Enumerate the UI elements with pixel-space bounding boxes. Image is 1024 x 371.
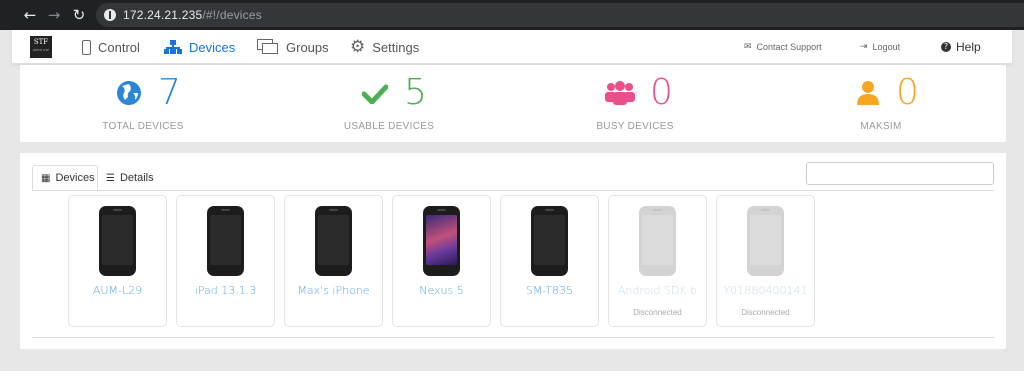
stat-usable-devices: 5 USABLE DEVICES — [266, 65, 512, 142]
tab-devices[interactable]: ▦ Devices — [32, 165, 98, 191]
device-phone-icon — [207, 206, 244, 276]
nav-item-label: Groups — [286, 39, 329, 55]
device-name[interactable]: iPad 13.1.3 — [177, 284, 274, 297]
list-icon: ☰ — [106, 172, 115, 184]
stf-logo[interactable]: STF OPEN STF — [30, 36, 52, 58]
url-text: 172.24.21.235/#!/devices — [123, 8, 262, 22]
reload-icon[interactable]: ↻ — [71, 7, 87, 23]
busy-devices-label: BUSY DEVICES — [596, 121, 674, 132]
check-icon — [362, 84, 388, 104]
device-phone-icon — [315, 206, 352, 276]
sign-out-icon: ⇥ — [860, 42, 868, 52]
contact-support-label: Contact Support — [756, 42, 822, 52]
logout-label: Logout — [872, 42, 901, 52]
user-devices-count: 0 — [896, 72, 919, 113]
device-card[interactable]: Max's iPhone — [284, 195, 383, 327]
usable-devices-count: 5 — [404, 72, 427, 113]
tab-devices-label: Devices — [55, 172, 95, 184]
device-phone-icon — [531, 206, 568, 276]
user-label: MAKSIM — [860, 121, 902, 132]
logout-link[interactable]: ⇥ Logout — [860, 30, 900, 64]
device-name[interactable]: Y01BB0400141 — [717, 284, 814, 297]
tab-divider — [32, 190, 994, 191]
users-icon — [605, 81, 635, 105]
total-devices-count: 7 — [158, 72, 181, 113]
app-navbar: STF OPEN STF Control Devices Groups ⚙ Set… — [12, 30, 1012, 64]
nav-item-label: Devices — [189, 39, 236, 55]
phone-icon — [82, 39, 91, 55]
nav-item-groups[interactable]: Groups — [257, 30, 329, 64]
nav-item-control[interactable]: Control — [82, 30, 140, 64]
usable-devices-label: USABLE DEVICES — [343, 121, 435, 132]
stats-panel: 7 TOTAL DEVICES 5 USABLE DEVICES 0 BUSY … — [20, 65, 1006, 142]
device-name[interactable]: Nexus 5 — [393, 284, 490, 297]
device-name[interactable]: AUM-L29 — [69, 284, 166, 297]
user-icon — [857, 81, 879, 105]
browser-toolbar: ← → ↻ 172.24.21.235/#!/devices — [0, 0, 1024, 30]
stat-total-devices: 7 TOTAL DEVICES — [20, 65, 266, 142]
device-card[interactable]: AUM-L29 — [68, 195, 167, 327]
envelope-icon: ✉ — [744, 42, 752, 52]
grid-icon: ▦ — [41, 172, 51, 184]
tab-details-label: Details — [119, 172, 154, 184]
busy-devices-count: 0 — [650, 72, 673, 113]
device-name[interactable]: SM-T835 — [501, 284, 598, 297]
help-label: Help — [956, 40, 981, 54]
site-info-icon[interactable] — [104, 9, 116, 21]
device-status: Disconnected — [633, 308, 682, 317]
bottom-divider — [32, 337, 994, 338]
sitemap-icon — [164, 39, 182, 55]
back-icon[interactable]: ← — [22, 7, 38, 23]
device-phone-icon — [639, 206, 676, 276]
device-status: Disconnected — [741, 308, 790, 317]
device-name[interactable]: Max's iPhone — [285, 284, 382, 297]
device-card[interactable]: Nexus 5 — [392, 195, 491, 327]
contact-support-link[interactable]: ✉ Contact Support — [744, 30, 822, 64]
device-card[interactable]: SM-T835 — [500, 195, 599, 327]
groups-icon — [257, 39, 279, 55]
help-link[interactable]: ? Help — [941, 30, 981, 64]
gear-icon: ⚙ — [350, 37, 366, 57]
device-phone-icon — [747, 206, 784, 276]
device-phone-icon — [99, 206, 136, 276]
tab-details[interactable]: ☰ Details — [98, 165, 162, 191]
devices-panel: ▦ Devices ☰ Details AUM-L29 iPad 13.1.3 Ma… — [20, 153, 1006, 349]
device-card[interactable]: Android SDK b Disconnected — [608, 195, 707, 327]
nav-item-devices[interactable]: Devices — [164, 30, 235, 64]
device-name[interactable]: Android SDK b — [609, 284, 706, 297]
device-card[interactable]: Y01BB0400141 Disconnected — [716, 195, 815, 327]
forward-icon[interactable]: → — [46, 7, 62, 23]
nav-item-label: Control — [98, 39, 140, 55]
stat-user: 0 MAKSIM — [758, 65, 1004, 142]
device-phone-icon — [423, 206, 460, 276]
address-bar[interactable]: 172.24.21.235/#!/devices — [96, 3, 1024, 27]
question-icon: ? — [941, 42, 951, 52]
stat-busy-devices: 0 BUSY DEVICES — [512, 65, 758, 142]
nav-item-label: Settings — [372, 39, 420, 55]
device-card[interactable]: iPad 13.1.3 — [176, 195, 275, 327]
total-devices-label: TOTAL DEVICES — [102, 121, 184, 132]
globe-icon — [117, 81, 141, 105]
search-input[interactable] — [806, 162, 994, 185]
nav-item-settings[interactable]: ⚙ Settings — [350, 30, 419, 64]
